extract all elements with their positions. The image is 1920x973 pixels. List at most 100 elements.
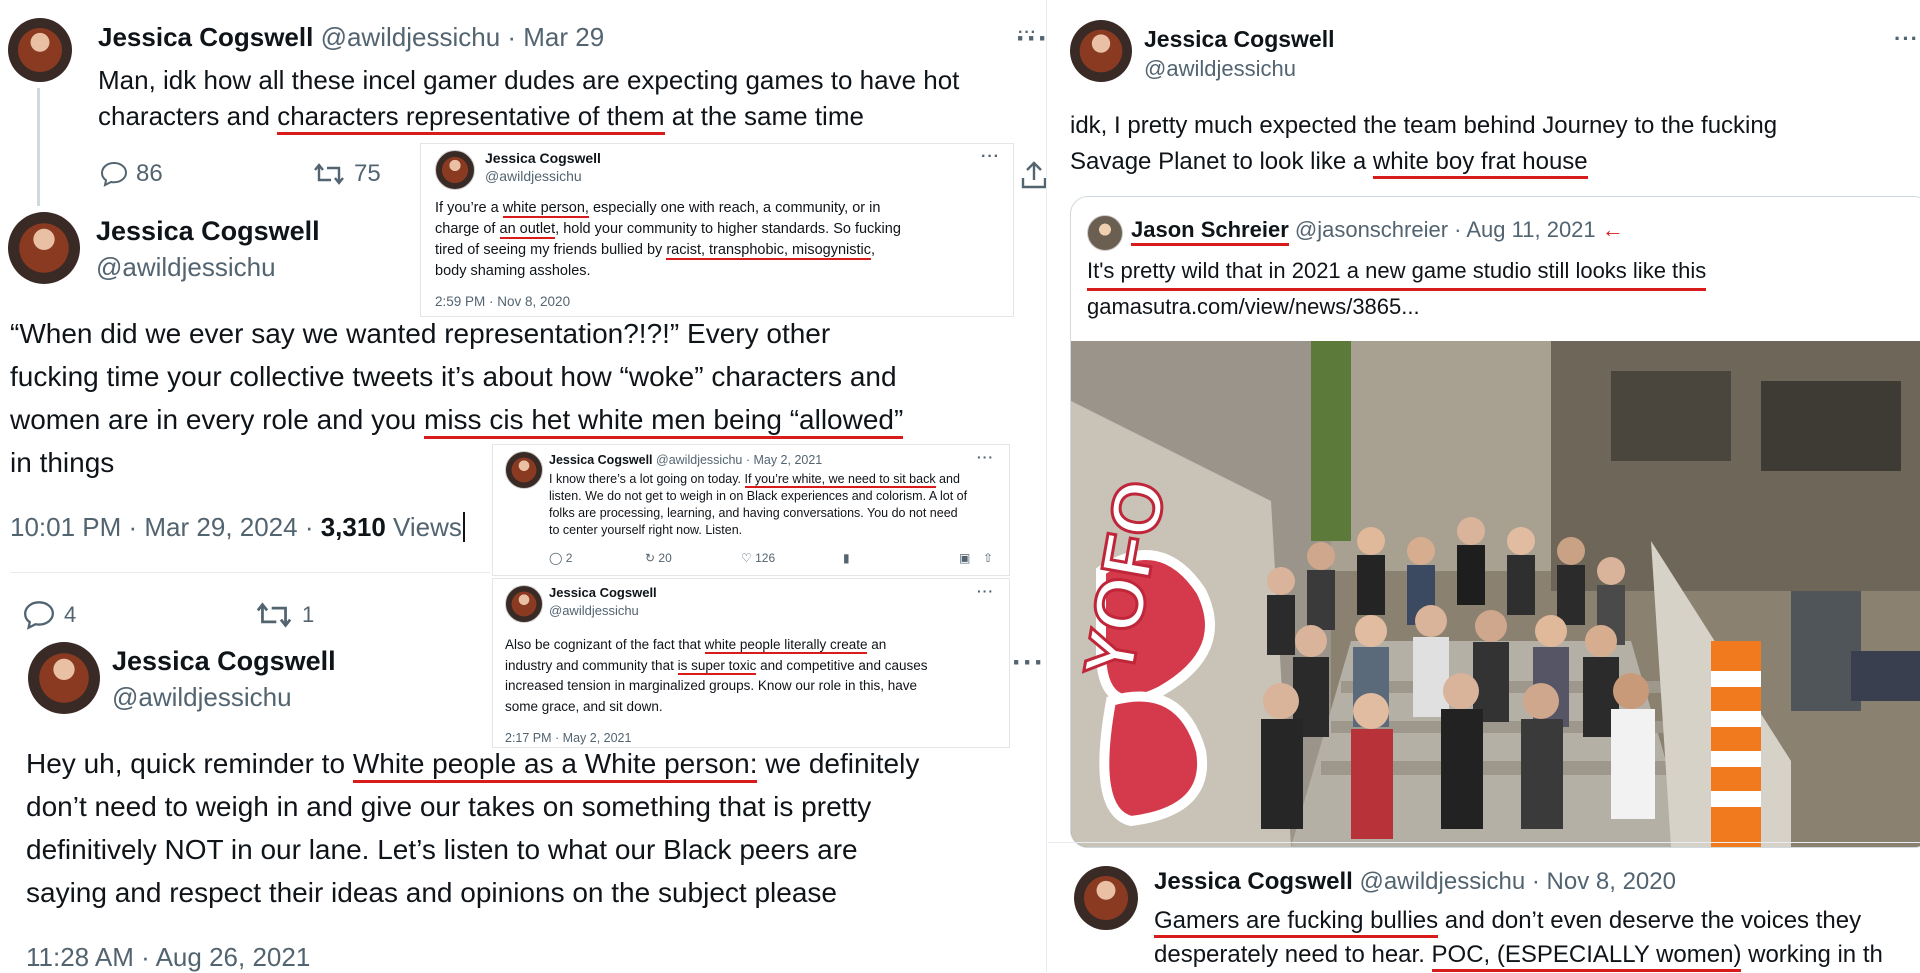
author-handle[interactable]: @awildjessichu — [96, 252, 276, 283]
retweet-button[interactable]: 75 — [312, 160, 381, 188]
author-name[interactable]: Jessica Cogswell — [1144, 26, 1335, 53]
author-name[interactable]: Jessica Cogswell — [549, 453, 653, 467]
tweet-more-button[interactable]: ··· — [1016, 22, 1049, 56]
tweet-line: I know there’s a lot going on today. If … — [549, 471, 967, 488]
tweet-timestamp[interactable]: 2:59 PM · Nov 8, 2020 — [435, 294, 570, 309]
reply-button[interactable]: 86 — [100, 160, 163, 188]
text-span: especially one with reach, a community, … — [588, 200, 881, 216]
tweet-line: idk, I pretty much expected the team beh… — [1070, 112, 1778, 139]
quoted-tweet-card[interactable]: Jason Schreier @jasonschreier · Aug 11, … — [1070, 196, 1920, 848]
author-handle[interactable]: @awildjessichu · Nov 8, 2020 — [1359, 868, 1676, 895]
author-name[interactable]: Jessica Cogswell — [549, 585, 657, 600]
text-span: working in th — [1741, 941, 1883, 968]
avatar[interactable] — [8, 212, 80, 284]
underlined-text: an outlet — [499, 221, 556, 239]
underlined-text: It's pretty wild that in 2021 a new game… — [1087, 255, 1707, 291]
text-span: tired of seeing my friends bullied by — [435, 242, 667, 258]
tweet-date[interactable]: · Mar 29 — [507, 22, 604, 52]
tweet-timestamp[interactable]: 11:28 AM · Aug 26, 2021 — [26, 942, 310, 973]
embedded-tweet-card[interactable]: Jessica Cogswell @awildjessichu ··· If y… — [420, 143, 1014, 317]
avatar[interactable] — [505, 451, 543, 489]
text-span: and don’t even deserve the voices they — [1438, 907, 1862, 934]
reply-count: 4 — [64, 602, 77, 627]
right-panel: Jessica Cogswell @awildjessichu ··· idk,… — [1048, 0, 1920, 972]
share-icon[interactable]: ⇧ — [983, 551, 993, 565]
tweet-line: industry and community that is super tox… — [505, 656, 927, 677]
underlined-text: miss cis het white men being “allowed” — [424, 404, 904, 439]
studio-team-photo: YOFO — [1071, 341, 1920, 847]
embedded-tweet-card[interactable]: Jessica Cogswell @awildjessichu ··· Also… — [492, 578, 1010, 748]
tweet-line: increased tension in marginalized groups… — [505, 678, 917, 693]
tweet-header: Jessica Cogswell @awildjessichu · May 2,… — [549, 453, 822, 467]
author-handle[interactable]: @awildjessichu — [1144, 56, 1296, 82]
underlined-text: white person, — [502, 200, 589, 218]
tweet-line: “When did we ever say we wanted represen… — [10, 318, 831, 349]
author-name[interactable]: Jessica Cogswell — [1154, 868, 1353, 895]
author-handle[interactable]: @awildjessichu · May 2, 2021 — [656, 453, 822, 467]
more-options-button[interactable]: ··· — [977, 449, 994, 465]
bookmark-icon[interactable]: ▣ — [959, 551, 970, 565]
reply-count: 86 — [136, 160, 163, 187]
tweet-line: characters and characters representative… — [98, 98, 959, 136]
text-span: If you’re a — [435, 200, 503, 216]
more-options-button[interactable]: ··· — [981, 148, 1000, 166]
avatar[interactable] — [435, 150, 475, 190]
author-handle[interactable]: @awildjessichu — [321, 22, 501, 52]
share-icon[interactable] — [1020, 160, 1048, 190]
author-handle[interactable]: @awildjessichu — [549, 603, 639, 618]
underlined-text: white boy frat house — [1372, 148, 1588, 179]
retweet-button[interactable]: ↻ 20 — [645, 551, 672, 565]
reply-button[interactable]: 4 — [22, 600, 76, 630]
quoted-author-handle[interactable]: @jasonschreier · Aug 11, 2021 — [1295, 217, 1596, 242]
tweet-text: Gamers are fucking bullies and don’t eve… — [1154, 904, 1883, 972]
tweet-text: idk, I pretty much expected the team beh… — [1070, 108, 1777, 180]
tweet-line: definitively NOT in our lane. Let’s list… — [26, 834, 858, 865]
author-name[interactable]: Jessica Cogswell — [96, 216, 320, 247]
tweet-timestamp[interactable]: 10:01 PM · Mar 29, 2024 · 3,310 Views — [10, 512, 465, 543]
author-name[interactable]: Jessica Cogswell — [98, 22, 313, 52]
tweet-line: some grace, and sit down. — [505, 698, 663, 714]
author-handle[interactable]: @awildjessichu — [485, 168, 582, 184]
more-options-button[interactable]: ··· — [1012, 646, 1045, 680]
retweet-icon — [314, 163, 344, 185]
tweet-timestamp[interactable]: 2:17 PM · May 2, 2021 — [505, 731, 631, 745]
tweet-header: Jessica Cogswell @awildjessichu · Nov 8,… — [1154, 868, 1676, 896]
author-handle[interactable]: @awildjessichu — [112, 682, 292, 713]
like-button[interactable]: ♡ 126 — [741, 551, 775, 565]
text-span: charge of — [435, 221, 500, 237]
reply-button[interactable]: ◯ 2 — [549, 551, 572, 565]
more-options-button[interactable]: ··· — [1894, 26, 1919, 52]
author-name[interactable]: Jessica Cogswell — [112, 646, 336, 677]
underlined-text: characters representative of them — [277, 101, 665, 136]
tweet-line: to center yourself right now. Listen. — [549, 523, 743, 537]
tweet-line: don’t need to weigh in and give our take… — [26, 791, 872, 822]
thread-line — [37, 88, 40, 206]
avatar[interactable] — [505, 585, 543, 623]
tweet-photo[interactable]: YOFO — [1071, 341, 1920, 847]
text-cursor — [462, 512, 465, 542]
analytics-icon[interactable]: ▮ — [843, 551, 850, 565]
tweet-line: If you’re a white person, especially one… — [435, 198, 901, 219]
text-span: we definitely — [757, 748, 920, 779]
tweet-line: charge of an outlet, hold your community… — [435, 219, 901, 240]
text-span: characters and — [98, 101, 278, 132]
avatar[interactable] — [8, 18, 72, 82]
quoted-author-name[interactable]: Jason Schreier — [1131, 217, 1289, 246]
text-span: and — [935, 472, 960, 486]
avatar[interactable] — [1074, 866, 1138, 930]
like-count: 126 — [755, 551, 776, 565]
retweet-button[interactable]: 1 — [254, 600, 314, 630]
action-bar: ◯ 2 ↻ 20 ♡ 126 ▮ ▣ ⇧ — [549, 551, 993, 569]
author-name[interactable]: Jessica Cogswell — [485, 150, 601, 166]
text-span: Hey uh, quick reminder to — [26, 748, 353, 779]
underlined-text: POC, (ESPECIALLY women) — [1431, 941, 1742, 972]
tweet-line: body shaming assholes. — [435, 263, 591, 279]
more-options-button[interactable]: ··· — [977, 583, 994, 599]
avatar[interactable] — [1087, 215, 1123, 251]
embedded-tweet-card[interactable]: Jessica Cogswell @awildjessichu · May 2,… — [492, 444, 1010, 576]
avatar[interactable] — [28, 642, 100, 714]
underlined-text: Gamers are fucking bullies — [1154, 907, 1439, 938]
link-text[interactable]: gamasutra.com/view/news/3865... — [1087, 291, 1706, 323]
avatar[interactable] — [1070, 20, 1132, 82]
column-divider — [1046, 0, 1047, 972]
